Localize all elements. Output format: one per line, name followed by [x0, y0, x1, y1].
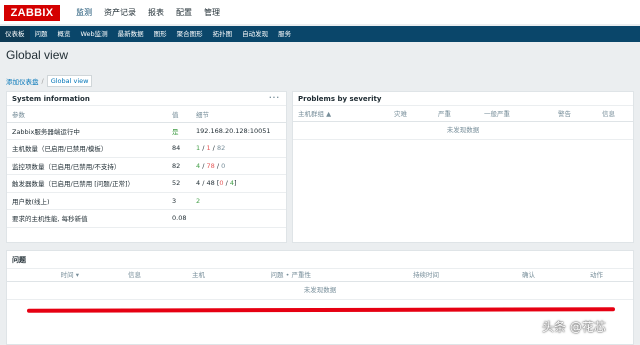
no-data-message: 未发现数据	[7, 282, 633, 300]
widget-title: Problems by severity	[298, 95, 382, 103]
column-duration: 持续时间	[413, 271, 439, 279]
column-information: 信息	[602, 110, 615, 118]
column-time[interactable]: 时间 ▾	[7, 269, 79, 281]
table-row: 触发器数量（已启用/已禁用 [问题/正常]） 52 4 / 48 [0 / 4]	[7, 174, 286, 193]
subnav-overview[interactable]: 概览	[53, 26, 76, 42]
breadcrumb: 添加仪表盘 / Global view	[6, 75, 93, 87]
no-data-message: 未发现数据	[293, 122, 633, 140]
subnav-maps[interactable]: 拓扑图	[208, 26, 238, 42]
column-average: 一般严重	[484, 110, 510, 118]
system-info-table: 参数 值 细节 Zabbix服务器端运行中 是 192.168.20.128:1…	[7, 106, 286, 228]
param-cell: Zabbix服务器端运行中	[7, 122, 167, 140]
top-menu: 监测 资产记录 报表 配置 管理	[70, 0, 226, 24]
column-header: 参数	[7, 106, 167, 123]
table-header: 时间 ▾ 信息 主机 问题 • 严重性 持续时间 确认 动作	[7, 269, 633, 282]
column-disaster: 灾难	[394, 110, 407, 118]
top-header: ZABBIX 监测 资产记录 报表 配置 管理	[0, 0, 640, 24]
param-cell: 用户数(线上)	[7, 192, 167, 210]
breadcrumb-current[interactable]: Global view	[46, 75, 93, 87]
value-cell: 是	[167, 122, 191, 140]
column-host: 主机	[192, 271, 205, 279]
problems-widget: 问题 时间 ▾ 信息 主机 问题 • 严重性 持续时间 确认 动作 未发现数据	[6, 250, 634, 345]
subnav-services[interactable]: 服务	[273, 26, 296, 42]
detail-cell: 4 / 78 / 0	[191, 157, 286, 175]
zabbix-logo[interactable]: ZABBIX	[4, 5, 60, 21]
detail-cell: 192.168.20.128:10051	[191, 122, 286, 140]
subnav-discovery[interactable]: 自动发现	[237, 26, 273, 42]
menu-administration[interactable]: 管理	[198, 0, 226, 24]
menu-configuration[interactable]: 配置	[170, 0, 198, 24]
table-row: Zabbix服务器端运行中 是 192.168.20.128:10051	[7, 122, 286, 140]
breadcrumb-separator: /	[41, 77, 44, 85]
table-row: 监控项数量（已启用/已禁用/不支持） 82 4 / 78 / 0	[7, 157, 286, 175]
param-cell: 要求的主机性能, 每秒新值	[7, 209, 167, 228]
watermark: 头条 @花芯	[542, 320, 606, 334]
subnav-web[interactable]: Web监测	[76, 26, 113, 42]
add-dashboard-link[interactable]: 添加仪表盘	[6, 76, 39, 86]
widget-header: System information ···	[7, 92, 286, 106]
subnav-dashboard[interactable]: 仪表板	[0, 26, 30, 42]
menu-monitoring[interactable]: 监测	[70, 0, 98, 24]
table-header: 主机群组 ▲ 灾难 严重 一般严重 警告 信息	[293, 106, 633, 122]
sub-navigation: 仪表板 问题 概览 Web监测 最新数据 图形 聚合图形 拓扑图 自动发现 服务	[0, 26, 640, 42]
value-cell: 0.08	[167, 209, 191, 228]
system-information-widget: System information ··· 参数 值 细节 Zabbix服务器…	[6, 91, 287, 243]
column-host-group[interactable]: 主机群组 ▲	[293, 106, 389, 121]
widget-header: 问题	[7, 251, 633, 269]
param-cell: 监控项数量（已启用/已禁用/不支持）	[7, 157, 167, 175]
column-high: 严重	[438, 110, 451, 118]
value-cell: 82	[167, 157, 191, 175]
subnav-graphs[interactable]: 图形	[149, 26, 172, 42]
value-cell: 52	[167, 174, 191, 193]
menu-reports[interactable]: 报表	[142, 0, 170, 24]
detail-cell	[191, 209, 286, 228]
column-problem-severity: 问题 • 严重性	[270, 271, 311, 279]
detail-cell: 4 / 48 [0 / 4]	[191, 174, 286, 193]
page-title: Global view	[6, 48, 69, 62]
column-warning: 警告	[558, 110, 571, 118]
param-cell: 主机数量（已启用/已禁用/模板）	[7, 139, 167, 158]
table-row: 用户数(线上) 3 2	[7, 192, 286, 210]
value-cell: 3	[167, 192, 191, 210]
table-row: 主机数量（已启用/已禁用/模板） 84 1 / 1 / 82	[7, 139, 286, 158]
table-row: 要求的主机性能, 每秒新值 0.08	[7, 209, 286, 228]
column-header: 值	[167, 106, 191, 123]
subnav-screens[interactable]: 聚合图形	[172, 26, 208, 42]
param-cell: 触发器数量（已启用/已禁用 [问题/正常]）	[7, 174, 167, 193]
widget-header: Problems by severity	[293, 92, 633, 106]
detail-cell: 1 / 1 / 82	[191, 139, 286, 158]
value-cell: 84	[167, 139, 191, 158]
detail-cell: 2	[191, 192, 286, 210]
column-header: 细节	[191, 106, 286, 123]
column-info: 信息	[128, 271, 141, 279]
subnav-latest-data[interactable]: 最新数据	[113, 26, 149, 42]
widget-menu-icon[interactable]: ···	[269, 91, 280, 105]
widget-title: 问题	[12, 256, 26, 264]
problems-by-severity-widget: Problems by severity 主机群组 ▲ 灾难 严重 一般严重 警…	[292, 91, 634, 243]
column-ack: 确认	[522, 271, 535, 279]
column-actions: 动作	[590, 271, 603, 279]
subnav-problems[interactable]: 问题	[30, 26, 53, 42]
menu-inventory[interactable]: 资产记录	[98, 0, 142, 24]
widget-title: System information	[12, 95, 90, 103]
